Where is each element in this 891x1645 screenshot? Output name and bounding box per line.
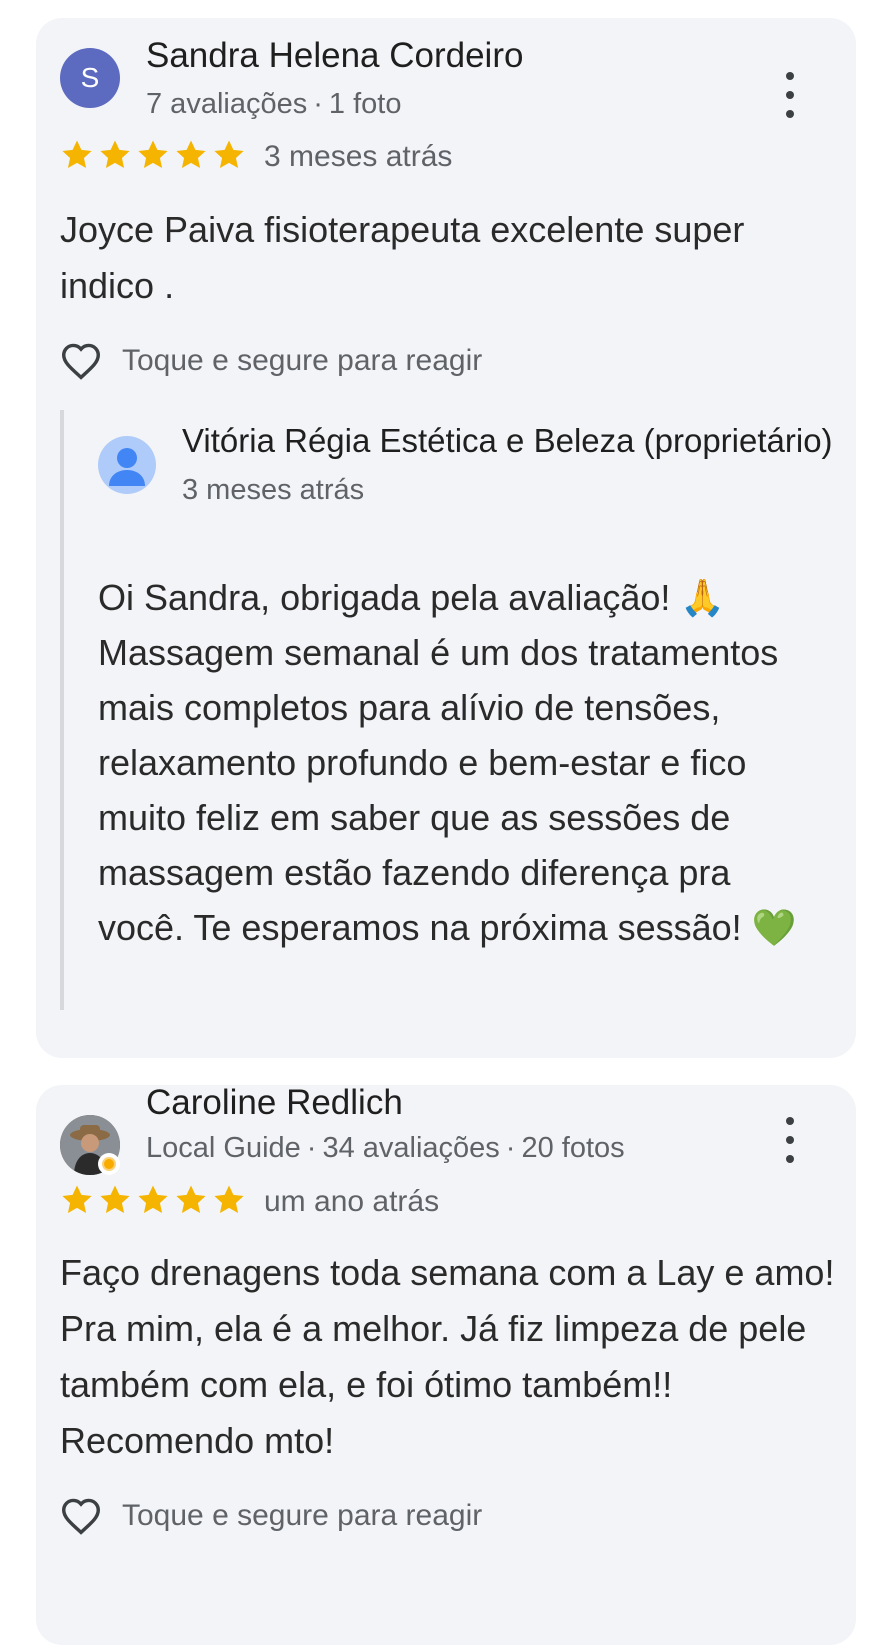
- star-icon: [176, 140, 206, 169]
- reviewer-name[interactable]: Sandra Helena Cordeiro: [146, 36, 523, 76]
- avatar[interactable]: S: [60, 48, 120, 108]
- reviewer-name[interactable]: Caroline Redlich: [146, 1085, 403, 1123]
- reviewer-meta: Local Guide · 34 avaliações · 20 fotos: [146, 1132, 625, 1164]
- star-icon: [62, 140, 92, 169]
- react-button[interactable]: Toque e segure para reagir: [60, 342, 482, 380]
- star-icon: [214, 140, 244, 169]
- reply-text: Oi Sandra, obrigada pela avaliação! 🙏 Ma…: [98, 577, 797, 948]
- reviewer-meta: 7 avaliações · 1 foto: [146, 88, 402, 120]
- heart-outline-icon: [61, 1498, 101, 1535]
- reply-date: 3 meses atrás: [182, 474, 365, 506]
- star-icon: [138, 140, 168, 169]
- local-guide-badge-icon: [98, 1153, 120, 1175]
- more-vert-icon[interactable]: [778, 1117, 802, 1163]
- star-icon: [62, 1185, 92, 1214]
- star-rating: [60, 1183, 246, 1217]
- star-icon: [176, 1185, 206, 1214]
- review-card: Caroline Redlich Local Guide · 34 avaliaçõ…: [36, 1085, 856, 1645]
- review-card: S Sandra Helena Cordeiro 7 avaliações · 1 …: [36, 18, 856, 1058]
- review-count: 7 avaliações: [146, 88, 308, 120]
- react-label: Toque e segure para reagir: [122, 1499, 483, 1532]
- owner-avatar: [98, 436, 156, 494]
- review-text: Joyce Paiva fisioterapeuta excelente sup…: [60, 209, 745, 306]
- photo-count: 1 foto: [328, 88, 402, 120]
- star-icon: [214, 1185, 244, 1214]
- react-button[interactable]: Toque e segure para reagir: [60, 1497, 482, 1535]
- owner-name: Vitória Régia Estética e Beleza (proprie…: [182, 422, 833, 459]
- person-icon: [109, 448, 145, 486]
- avatar-initial: S: [80, 62, 100, 93]
- more-vert-icon[interactable]: [778, 72, 802, 118]
- review-date: um ano atrás: [264, 1185, 440, 1218]
- star-rating: [60, 138, 246, 172]
- star-icon: [138, 1185, 168, 1214]
- photo-count: 20 fotos: [521, 1132, 625, 1164]
- reply-divider: [60, 410, 64, 1010]
- review-date: 3 meses atrás: [264, 140, 453, 173]
- star-icon: [100, 140, 130, 169]
- heart-outline-icon: [61, 343, 101, 380]
- local-guide-label: Local Guide: [146, 1132, 301, 1164]
- review-text: Faço drenagens toda semana com a Lay e a…: [60, 1252, 835, 1461]
- react-label: Toque e segure para reagir: [122, 344, 483, 377]
- review-count: 34 avaliações: [322, 1132, 500, 1164]
- star-icon: [100, 1185, 130, 1214]
